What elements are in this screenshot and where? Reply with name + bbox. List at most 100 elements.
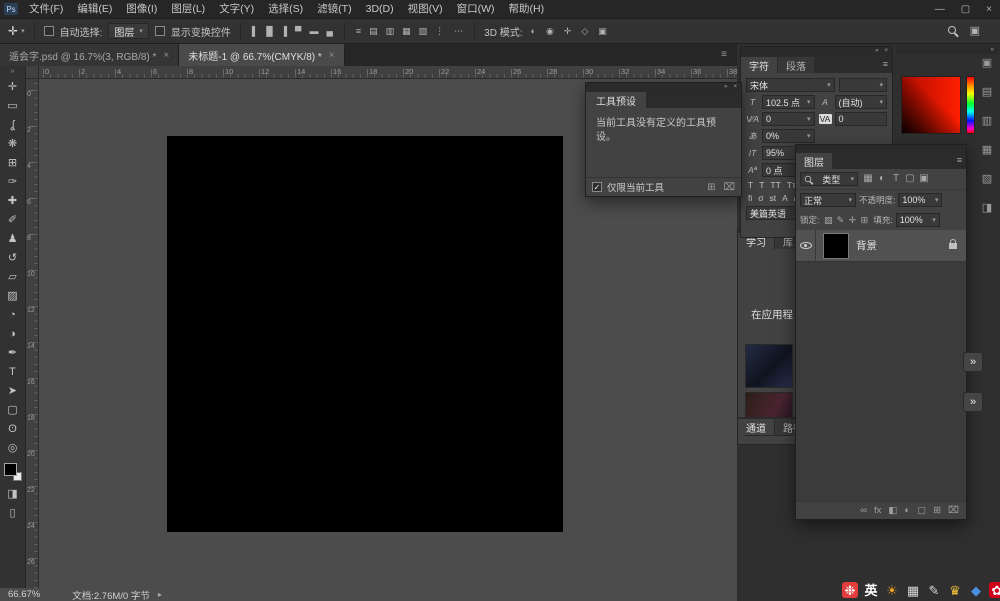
clone-stamp-tool-icon[interactable]: ♟ [2,229,24,248]
font-size-select[interactable]: 102.5 点▾ [762,95,815,109]
menu-item-2[interactable]: 编辑(E) [70,3,119,15]
horizontal-ruler[interactable]: 02468101214161820222426283032343638 [39,66,737,79]
minimize-button[interactable]: — [935,4,945,15]
filter-adjustment-layers-icon[interactable]: ◐ [875,174,889,184]
align-vertical-centers-icon[interactable]: ▬ [307,27,320,36]
ligatures-button[interactable]: fi [748,193,752,203]
layer-name[interactable]: 背景 [856,238,949,253]
menu-item-1[interactable]: 文件(F) [22,3,70,15]
menu-item-9[interactable]: 视图(V) [401,3,450,15]
dodge-tool-icon[interactable]: ◑ [2,324,24,343]
tab-tool-presets[interactable]: 工具预设 [586,92,646,108]
panel-close-icon[interactable]: × [733,84,737,90]
crop-tool-icon[interactable]: ⊞ [2,153,24,172]
filter-pixel-layers-icon[interactable]: ▦ [861,174,875,184]
faux-bold-button[interactable]: T [748,180,753,190]
path-select-tool-icon[interactable]: ➤ [2,381,24,400]
leading-select[interactable]: (自动)▾ [835,95,888,109]
tab-layers[interactable]: 图层 [796,153,832,169]
new-preset-icon[interactable]: ⊞ [707,182,715,193]
lock-position-icon[interactable]: ✛ [846,216,858,225]
adjustment-layer-icon[interactable]: ◐ [904,506,910,516]
ime-skin-icon[interactable]: ☀ [884,582,900,598]
tab-close-icon[interactable]: × [163,50,169,61]
hue-slider[interactable] [966,76,975,134]
quick-mask-icon[interactable]: ◨ [2,484,24,503]
ime-panel-icon[interactable]: ◆ [968,582,984,598]
layer-row-background[interactable]: 背景 [796,230,966,262]
3d-rotate-icon[interactable]: ◐ [529,27,538,36]
document-canvas[interactable] [167,136,563,532]
document-tab-2[interactable]: 未标题-1 @ 66.7%(CMYK/8) * × [179,44,344,66]
3d-roll-icon[interactable]: ◉ [544,27,556,36]
tracking-select[interactable]: 0 [835,112,888,126]
auto-select-target-dropdown[interactable]: 图层 ▾ [108,23,149,39]
3d-slide-icon[interactable]: ◇ [579,27,590,36]
kerning-select[interactable]: 0▾ [762,112,815,126]
tab-paragraph[interactable]: 段落 [778,57,814,73]
tsume-select[interactable]: 0%▾ [762,129,815,143]
gradient-tool-icon[interactable]: ▨ [2,286,24,305]
align-bottom-edges-icon[interactable]: ▄ [324,27,334,36]
tab-close-icon[interactable]: × [329,50,335,61]
lasso-tool-icon[interactable]: ʆ [2,115,24,134]
toolbar-collapse-icon[interactable]: » [11,66,15,77]
blend-mode-select[interactable]: 正常▾ [800,193,856,207]
menu-item-8[interactable]: 3D(D) [359,3,401,15]
distribute-vertical-centers-icon[interactable]: ▤ [367,27,380,36]
link-layers-icon[interactable]: ∞ [860,506,867,516]
marquee-tool-icon[interactable]: ▭ [2,96,24,115]
layers-panel-menu-icon[interactable]: ≡ [957,155,962,165]
vertical-ruler[interactable]: 02468101214161820222426 [26,79,39,588]
new-layer-icon[interactable]: ⊞ [933,506,941,516]
distribute-bottom-edges-icon[interactable]: ▥ [384,27,397,36]
distribute-top-edges-icon[interactable]: ≡ [354,27,363,36]
menu-item-6[interactable]: 选择(S) [261,3,310,15]
ruler-origin-corner[interactable] [26,66,39,79]
zoom-level-field[interactable]: 66.67% [8,589,40,600]
panel-close-icon[interactable]: × [884,48,888,54]
eyedropper-tool-icon[interactable]: ✑ [2,172,24,191]
lock-image-pixels-icon[interactable]: ✎ [834,216,846,225]
collapsed-adjustments-panel-icon[interactable]: ◨ [982,201,992,214]
zoom-tool-icon[interactable]: ◎ [2,438,24,457]
brush-tool-icon[interactable]: ✐ [2,210,24,229]
close-button[interactable]: × [986,4,992,15]
panel-collapse-icon[interactable]: » [724,84,727,90]
tab-character[interactable]: 字符 [741,57,777,73]
align-left-edges-icon[interactable]: ▌ [250,27,260,36]
distribute-right-edges-icon[interactable]: ⋮ [433,27,446,36]
document-tab-1[interactable]: 遥会字.psd @ 16.7%(3, RGB/8) * × [0,44,179,66]
color-picker-field[interactable] [901,76,961,134]
font-family-select[interactable]: 宋体▾ [746,78,835,92]
auto-select-checkbox[interactable] [44,26,54,36]
workspace-switcher-icon[interactable]: ▣ [968,26,982,37]
eraser-tool-icon[interactable]: ▱ [2,267,24,286]
3d-drag-icon[interactable]: ✛ [562,27,574,36]
library-asset-thumbnail[interactable] [745,344,793,388]
faux-italic-button[interactable]: T [759,180,764,190]
font-style-select[interactable]: ▾ [839,78,887,92]
expand-panel-chevron-icon[interactable]: » [963,392,983,412]
distribute-horizontal-centers-icon[interactable]: ▧ [417,27,430,36]
screen-mode-icon[interactable]: ▯ [2,503,24,522]
move-tool-icon[interactable]: ✛ [2,77,24,96]
search-icon[interactable] [948,25,956,37]
filter-smart-objects-icon[interactable]: ▣ [917,174,931,184]
3d-scale-icon[interactable]: ▣ [596,27,609,36]
expand-panel-chevron-icon[interactable]: » [963,352,983,372]
collapsed-libraries-panel-icon[interactable]: ▧ [982,172,992,185]
shape-tool-icon[interactable]: ▢ [2,400,24,419]
ime-lang-indicator[interactable]: 英 [863,582,879,598]
ime-logo-icon[interactable]: ✿ [989,582,1000,598]
opacity-field[interactable]: 100%▾ [898,193,942,207]
ordinals-button[interactable]: σ [758,193,763,203]
history-brush-tool-icon[interactable]: ↺ [2,248,24,267]
more-align-options-icon[interactable]: ⋯ [452,27,465,36]
hand-tool-icon[interactable]: ʘ [2,419,24,438]
align-horizontal-centers-icon[interactable]: █ [264,27,274,36]
layer-effects-icon[interactable]: fx [874,506,881,516]
delete-layer-icon[interactable]: ⌧ [948,506,959,516]
menu-item-11[interactable]: 帮助(H) [502,3,552,15]
menu-item-10[interactable]: 窗口(W) [450,3,502,15]
